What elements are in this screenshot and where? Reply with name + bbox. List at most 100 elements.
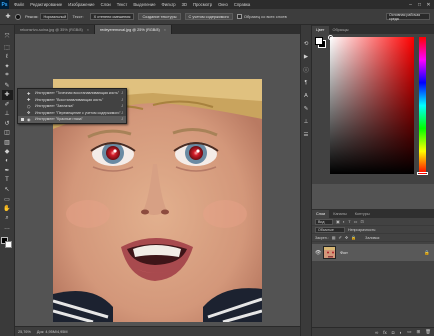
brush-tool[interactable]: ✐ xyxy=(2,100,13,110)
sample-all-layers-checkbox[interactable] xyxy=(236,14,242,19)
pen-tool[interactable]: ✒ xyxy=(2,166,13,176)
brush-size-picker[interactable] xyxy=(13,12,23,22)
minimize-button[interactable]: – xyxy=(406,0,415,9)
menu-type[interactable]: Текст xyxy=(114,2,131,7)
maximize-button[interactable]: □ xyxy=(415,0,424,9)
doc-tab[interactable]: rekonsrtvo-soina.jpg @ 35% (RGB/8) × xyxy=(15,25,95,34)
menu-window[interactable]: Окно xyxy=(215,2,231,7)
eraser-tool[interactable]: ◫ xyxy=(2,128,13,138)
blur-tool[interactable]: ◆ xyxy=(2,147,13,157)
saturation-brightness-field[interactable] xyxy=(330,37,414,174)
gradient-tool[interactable]: ▥ xyxy=(2,138,13,148)
menu-help[interactable]: Справка xyxy=(231,2,253,7)
crop-tool[interactable]: ⌗ xyxy=(2,71,13,81)
mode-select[interactable]: Нормальный xyxy=(40,13,69,20)
clone-stamp-tool[interactable]: ⊥ xyxy=(2,109,13,119)
rectangle-tool[interactable]: ▭ xyxy=(2,195,13,205)
hand-tool[interactable]: ✋ xyxy=(2,204,13,214)
hue-slider[interactable] xyxy=(419,37,426,174)
layer-name[interactable]: Фон xyxy=(340,250,348,255)
blend-mode-select[interactable]: Обычные xyxy=(315,226,345,233)
tab-color[interactable]: Цвет xyxy=(312,26,329,34)
foreground-color-chip[interactable] xyxy=(315,37,323,45)
tab-swatches[interactable]: Образцы xyxy=(329,26,353,34)
menu-bar: Ps Файл Редактирование Изображение Слои … xyxy=(0,0,434,9)
tab-layers[interactable]: Слои xyxy=(312,210,330,218)
properties-icon[interactable]: ☰ xyxy=(302,128,311,141)
history-icon[interactable]: ⟲ xyxy=(302,37,311,50)
actions-icon[interactable]: ▶ xyxy=(302,50,311,63)
extra-tools[interactable]: … xyxy=(2,223,13,233)
create-texture-button[interactable]: Создание текстуры xyxy=(138,13,181,20)
panel-icon-strip: ⟲ ▶ ⓘ ¶ A ✎ ⊥ ☰ xyxy=(300,25,312,336)
flyout-item-red-eye[interactable]: ◉ Инструмент "Красные глаза" J xyxy=(18,116,126,123)
history-brush-tool[interactable]: ↺ xyxy=(2,119,13,129)
delete-layer-icon[interactable]: 🗑 xyxy=(425,329,431,335)
adjustment-layer-icon[interactable]: ◐ xyxy=(400,330,403,335)
workspace-select[interactable]: Основная рабочая среда xyxy=(386,13,430,21)
zoom-level[interactable]: 25,76% xyxy=(18,330,31,334)
link-layers-icon[interactable]: ∞ xyxy=(375,330,378,335)
add-mask-icon[interactable]: ◘ xyxy=(392,330,395,335)
move-tool[interactable]: ⤧ xyxy=(2,33,13,43)
hue-slider-handle[interactable] xyxy=(417,172,428,175)
type-tool[interactable]: T xyxy=(2,176,13,186)
dodge-tool[interactable]: ◐ xyxy=(2,157,13,167)
window-controls: – □ ✕ xyxy=(406,0,433,9)
visibility-eye-icon[interactable]: 👁 xyxy=(315,250,323,256)
healing-brush-tool[interactable]: ✚ xyxy=(1,90,13,100)
eyedropper-tool[interactable]: ✎ xyxy=(2,81,13,91)
tab-paths[interactable]: Контуры xyxy=(351,210,374,218)
tab-channels[interactable]: Каналы xyxy=(329,210,350,218)
lock-pixels-icon[interactable]: ▦ xyxy=(332,235,336,240)
filter-adjustment-icon[interactable]: ◐ xyxy=(343,219,345,224)
close-tab-icon[interactable]: × xyxy=(87,28,89,32)
new-group-icon[interactable]: ▭ xyxy=(407,329,411,335)
lock-all-icon[interactable]: 🔒 xyxy=(351,235,356,240)
new-layer-icon[interactable]: ⊞ xyxy=(417,329,421,335)
background-swatch[interactable] xyxy=(5,240,12,248)
tools-panel: ⤧ ⬚ ℓ ✦ ⌗ ✎ ✚ ✐ ⊥ ↺ ◫ ▥ ◆ ◐ ✒ T ↖ ▭ ✋ ⌕ … xyxy=(0,25,15,336)
filter-type-icon[interactable]: T xyxy=(348,219,350,224)
menu-select[interactable]: Выделение xyxy=(130,2,158,7)
content-aware-button[interactable]: С учетом содержимого xyxy=(184,13,233,20)
menu-file[interactable]: Файл xyxy=(11,2,27,7)
content-aware-move-icon: ✥ xyxy=(27,110,31,116)
quick-selection-tool[interactable]: ✦ xyxy=(2,62,13,72)
menu-3d[interactable]: 3D xyxy=(179,2,190,7)
marquee-tool[interactable]: ⬚ xyxy=(2,43,13,53)
info-icon[interactable]: ⓘ xyxy=(302,63,311,76)
close-tab-icon[interactable]: × xyxy=(164,28,166,32)
source-label: Текст: xyxy=(72,14,84,19)
lock-paint-icon[interactable]: ✐ xyxy=(338,235,341,240)
brush-presets-icon[interactable]: ✎ xyxy=(302,102,311,115)
menu-image[interactable]: Изображение xyxy=(65,2,97,7)
proximity-match-button[interactable]: Х степени смешения xyxy=(89,13,135,20)
tool-preset-icon[interactable]: ✚ xyxy=(3,12,13,22)
color-swatches[interactable] xyxy=(1,236,13,249)
layer-kind-select[interactable]: Вид xyxy=(315,218,333,225)
doc-tab-active[interactable]: redeyeremoval.jpg @ 25% (RGB/8) × xyxy=(94,25,172,34)
clone-source-icon[interactable]: ⊥ xyxy=(302,115,311,128)
menu-view[interactable]: Просмотр xyxy=(190,2,215,7)
filter-shape-icon[interactable]: ▭ xyxy=(354,219,358,224)
menu-layer[interactable]: Слои xyxy=(98,2,114,7)
layer-style-icon[interactable]: fx xyxy=(383,330,387,335)
path-selection-tool[interactable]: ↖ xyxy=(2,185,13,195)
character-icon[interactable]: A xyxy=(302,89,311,102)
filter-pixel-icon[interactable]: ▣ xyxy=(336,219,340,224)
brush-dot-icon xyxy=(15,13,21,20)
close-button[interactable]: ✕ xyxy=(424,0,433,9)
menu-filter[interactable]: Фильтр xyxy=(159,2,179,7)
lock-move-icon[interactable]: ✥ xyxy=(345,235,348,240)
lasso-tool[interactable]: ℓ xyxy=(2,52,13,62)
paragraph-icon[interactable]: ¶ xyxy=(302,76,311,89)
filter-smart-icon[interactable]: ⊡ xyxy=(360,219,363,224)
layer-row-background[interactable]: 👁 Фон 🔒 xyxy=(312,244,434,261)
patch-icon: ⬠ xyxy=(27,103,31,109)
selected-dot-icon xyxy=(21,92,24,95)
canvas-area[interactable] xyxy=(15,34,300,326)
color-picker-ring[interactable] xyxy=(328,35,333,40)
menu-edit[interactable]: Редактирование xyxy=(27,2,65,7)
zoom-tool[interactable]: ⌕ xyxy=(2,214,13,224)
